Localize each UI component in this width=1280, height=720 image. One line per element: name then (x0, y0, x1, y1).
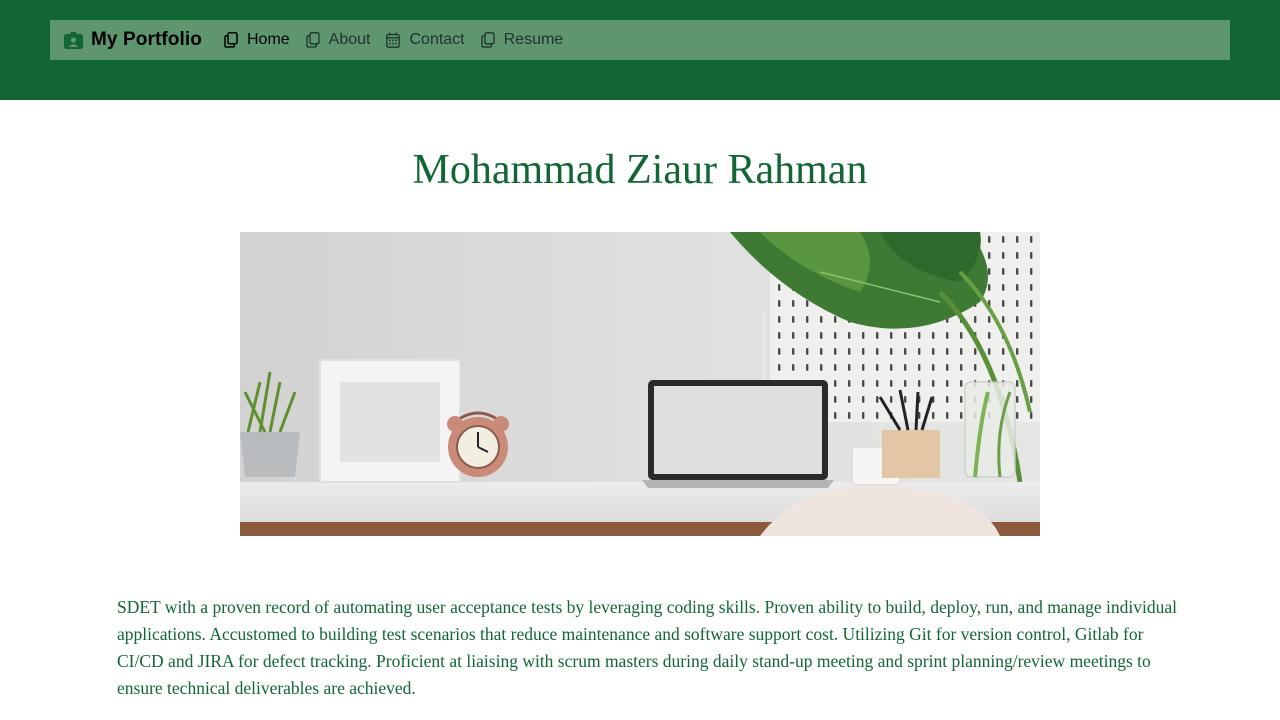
nav-item-resume[interactable]: Resume (480, 31, 564, 49)
person-badge-icon (64, 31, 83, 49)
files-icon (224, 32, 238, 48)
files-icon (480, 32, 495, 48)
page-title: Mohammad Ziaur Rahman (412, 147, 868, 193)
picture-frame (319, 359, 461, 483)
nav-item-home[interactable]: Home (224, 31, 290, 49)
nav-item-label: Home (246, 31, 290, 48)
hero-image (240, 232, 1040, 536)
bio-paragraph: SDET with a proven record of automating … (117, 597, 1177, 698)
nav-item-label: Resume (503, 31, 564, 48)
laptop (642, 380, 834, 488)
nav-item-label: Contact (409, 31, 465, 48)
site-header: My Portfolio Home About Contact Resume (0, 0, 1280, 100)
nav-item-contact[interactable]: Contact (386, 31, 465, 49)
desk-workspace-photo (240, 232, 1040, 536)
brand-label: My Portfolio (91, 29, 202, 50)
files-icon (306, 32, 320, 48)
brand-link[interactable]: My Portfolio (64, 29, 202, 51)
nav-item-label: About (328, 31, 371, 48)
alarm-clock (447, 411, 509, 477)
nav-item-about[interactable]: About (306, 31, 371, 49)
calendar-icon (386, 32, 401, 48)
navbar: My Portfolio Home About Contact Resume (50, 20, 1230, 60)
